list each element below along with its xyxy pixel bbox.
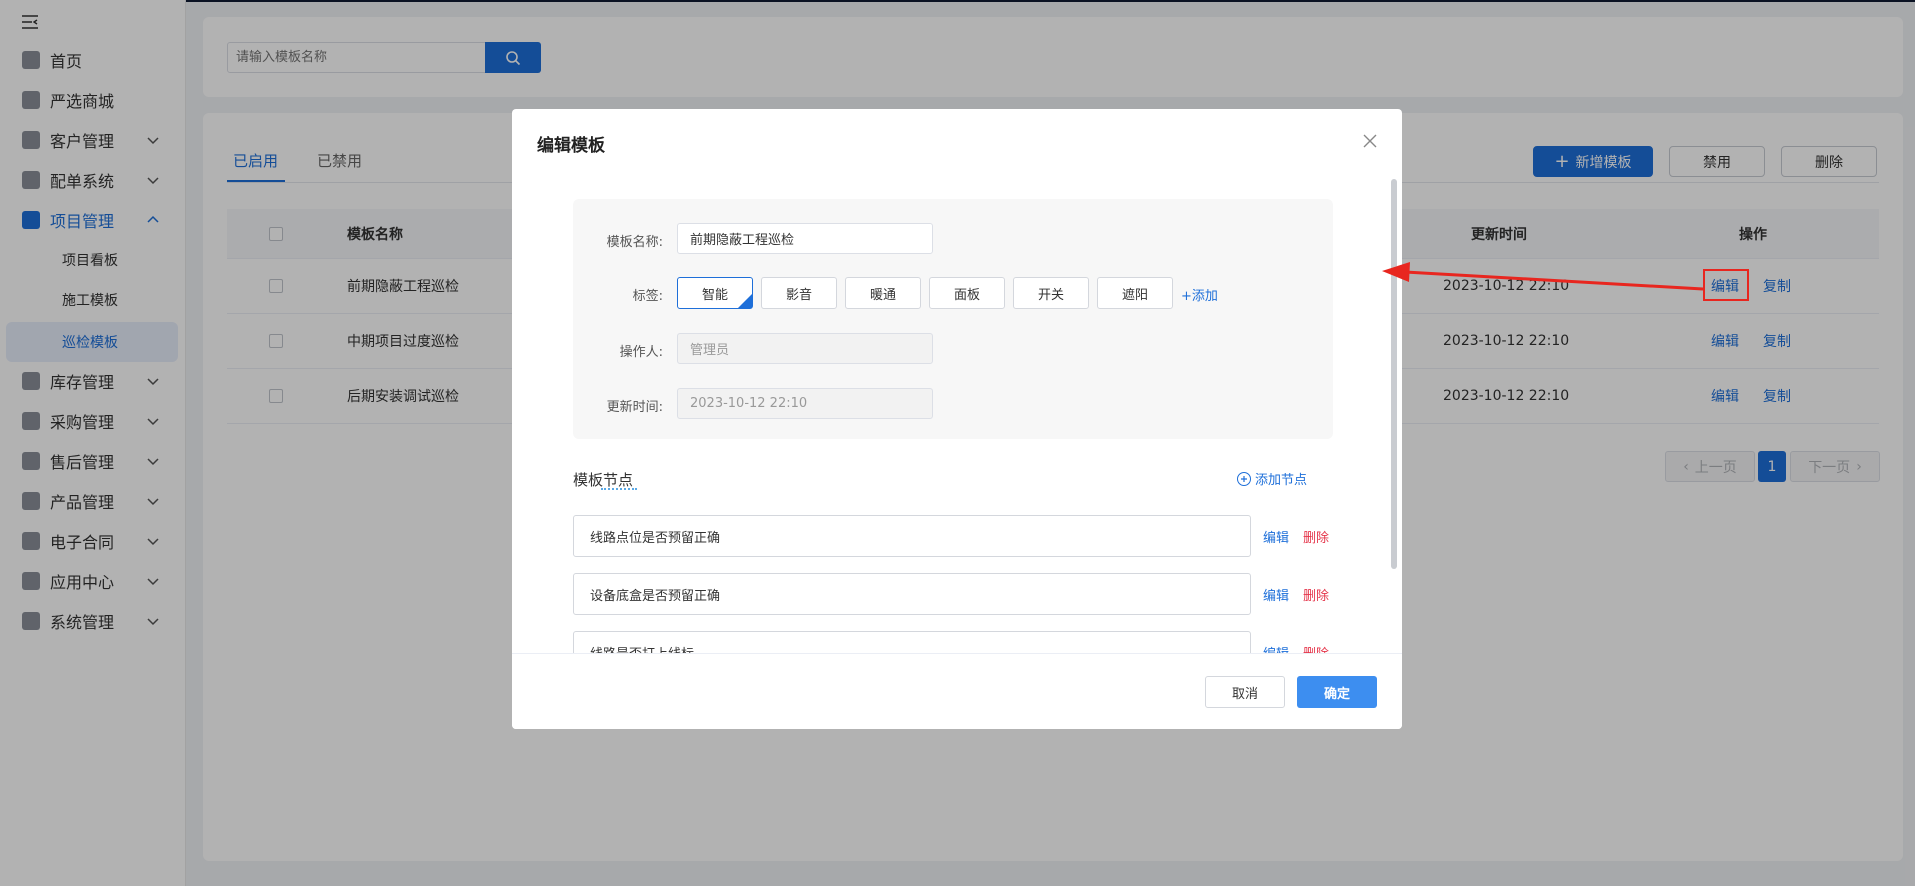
tag-av[interactable]: 影音 <box>761 277 837 309</box>
tag-label: 智能 <box>701 287 728 303</box>
node-edit-link[interactable]: 编辑 <box>1263 527 1289 546</box>
node-item-input[interactable]: 线路是否打上线标 <box>573 631 1251 653</box>
plus-circle-icon <box>1237 471 1251 486</box>
tag-shade[interactable]: 遮阳 <box>1097 277 1173 309</box>
add-node-button[interactable]: 添加节点 <box>1237 469 1307 488</box>
node-delete-link[interactable]: 删除 <box>1303 585 1329 604</box>
node-item-input[interactable]: 设备底盒是否预留正确 <box>573 573 1251 615</box>
template-info-panel: 模板名称: 前期隐蔽工程巡检 标签: 智能 影音 暖通 面板 开关 遮阳 +添加… <box>573 199 1333 439</box>
close-icon[interactable] <box>1362 133 1378 149</box>
time-label: 更新时间: <box>606 400 663 415</box>
nodes-section-title: 模板节点 <box>573 469 637 490</box>
template-name-input[interactable]: 前期隐蔽工程巡检 <box>677 223 933 254</box>
tags-label: 标签: <box>632 289 663 304</box>
add-tag-link[interactable]: +添加 <box>1181 285 1218 304</box>
spellcheck-underline <box>601 487 637 490</box>
cancel-button[interactable]: 取消 <box>1205 676 1285 708</box>
tag-switch[interactable]: 开关 <box>1013 277 1089 309</box>
node-delete-link[interactable]: 删除 <box>1303 527 1329 546</box>
annotation-highlight-box <box>1703 269 1749 301</box>
tag-panel[interactable]: 面板 <box>929 277 1005 309</box>
update-time-input: 2023-10-12 22:10 <box>677 388 933 419</box>
selected-corner-icon <box>738 294 752 308</box>
confirm-button[interactable]: 确定 <box>1297 676 1377 708</box>
dialog-title: 编辑模板 <box>537 136 605 156</box>
node-item-input[interactable]: 线路点位是否预留正确 <box>573 515 1251 557</box>
operator-input: 管理员 <box>677 333 933 364</box>
node-delete-link[interactable]: 删除 <box>1303 643 1329 653</box>
edit-template-dialog: 编辑模板 模板名称: 前期隐蔽工程巡检 标签: 智能 影音 暖通 面板 开关 遮… <box>512 109 1402 729</box>
add-node-label: 添加节点 <box>1255 473 1308 488</box>
tag-smart[interactable]: 智能 <box>677 277 753 309</box>
tag-hvac[interactable]: 暖通 <box>845 277 921 309</box>
node-edit-link[interactable]: 编辑 <box>1263 643 1289 653</box>
node-edit-link[interactable]: 编辑 <box>1263 585 1289 604</box>
operator-label: 操作人: <box>619 345 663 360</box>
dialog-scrollbar[interactable] <box>1391 179 1397 569</box>
dialog-body: 模板名称: 前期隐蔽工程巡检 标签: 智能 影音 暖通 面板 开关 遮阳 +添加… <box>512 177 1402 653</box>
dialog-footer: 取消 确定 <box>512 653 1402 729</box>
name-label: 模板名称: <box>606 235 663 250</box>
